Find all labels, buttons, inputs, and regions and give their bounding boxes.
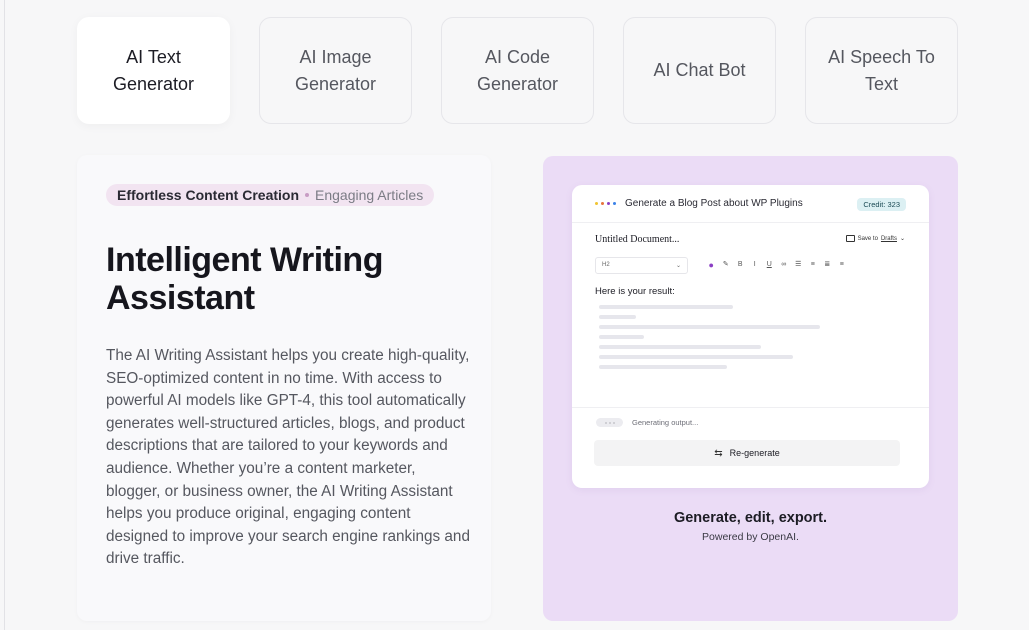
bold-icon[interactable]: B [733, 258, 748, 272]
typing-indicator-icon [596, 418, 623, 427]
save-to-drafts-button[interactable]: Save to Drafts ⌄ [845, 235, 905, 242]
text-line-placeholder [599, 355, 793, 359]
feature-headline: Intelligent Writing Assistant [106, 241, 383, 317]
tag-secondary: Engaging Articles [315, 187, 424, 203]
chevron-down-icon: ⌄ [675, 262, 681, 269]
tab-label: AI Image Generator [294, 46, 377, 94]
text-color-icon[interactable]: ● [704, 258, 719, 272]
regenerate-button[interactable]: ⇆ Re-generate [594, 440, 900, 466]
separator-dot [305, 193, 310, 197]
preview-caption: Generate, edit, export. [673, 510, 828, 526]
text-line-placeholder [599, 315, 636, 319]
tab-label: AI Code Generator [476, 46, 559, 94]
text-line-placeholder [599, 325, 820, 329]
generating-label: Generating output... [632, 418, 699, 427]
colored-dots-icon [595, 202, 616, 205]
tab-ai-chat-bot[interactable]: AI Chat Bot [623, 17, 776, 124]
text-line-placeholder [599, 365, 727, 369]
heading-select-value: H2 [602, 262, 610, 268]
document-title: Untitled Document... [595, 233, 680, 245]
save-label: Save to [857, 235, 878, 242]
folder-icon [845, 235, 855, 242]
tab-label: AI Text Generator [112, 46, 195, 94]
generating-status: Generating output... [572, 407, 929, 437]
align-center-icon[interactable]: ≣ [820, 258, 835, 272]
align-right-icon[interactable]: ≡ [835, 258, 850, 272]
text-line-placeholder [599, 305, 733, 309]
heading-select[interactable]: H2 ⌄ [595, 256, 688, 274]
feature-description: The AI Writing Assistant helps you creat… [106, 347, 470, 568]
feature-tag-pill: Effortless Content Creation Engaging Art… [106, 184, 435, 206]
writing-assistant-preview: Generate a Blog Post about WP Plugins Cr… [543, 156, 958, 621]
mockup-header: Generate a Blog Post about WP Plugins Cr… [572, 185, 929, 223]
editor-mockup: Generate a Blog Post about WP Plugins Cr… [572, 185, 929, 488]
preview-subcaption: Powered by OpenAI. [702, 531, 799, 543]
align-left-icon[interactable]: ≡ [806, 258, 821, 272]
tab-label: AI Speech To Text [828, 46, 935, 94]
italic-icon[interactable]: I [748, 258, 763, 272]
placeholder-lines [572, 305, 929, 369]
swap-arrows-icon: ⇆ [714, 447, 723, 459]
tab-ai-text-generator[interactable]: AI Text Generator [77, 17, 230, 124]
tab-ai-speech-to-text[interactable]: AI Speech To Text [805, 17, 958, 124]
tab-ai-image-generator[interactable]: AI Image Generator [259, 17, 412, 124]
list-icon[interactable]: ☰ [791, 258, 806, 272]
text-line-placeholder [599, 335, 644, 339]
prompt-title: Generate a Blog Post about WP Plugins [625, 198, 803, 209]
credit-badge: Credit: 323 [857, 198, 906, 211]
pen-icon[interactable]: ✎ [719, 258, 734, 272]
drafts-link[interactable]: Drafts [881, 236, 897, 242]
format-buttons: ● ✎ B I U ∞ ☰ ≡ ≣ ≡ [704, 258, 849, 272]
generator-tabs: AI Text Generator AI Image Generator AI … [77, 17, 958, 124]
tab-ai-code-generator[interactable]: AI Code Generator [441, 17, 594, 124]
chevron-down-icon: ⌄ [899, 236, 905, 242]
page-border [4, 0, 5, 630]
text-line-placeholder [599, 345, 761, 349]
tag-primary: Effortless Content Creation [117, 187, 300, 203]
result-label: Here is your result: [595, 286, 675, 297]
tab-label: AI Chat Bot [653, 60, 746, 80]
link-icon[interactable]: ∞ [777, 258, 792, 272]
feature-info-card: Effortless Content Creation Engaging Art… [77, 155, 491, 621]
regenerate-label: Re-generate [729, 448, 780, 458]
underline-icon[interactable]: U [762, 258, 777, 272]
document-row: Untitled Document... Save to Drafts ⌄ [572, 223, 929, 255]
editor-toolbar: H2 ⌄ ● ✎ B I U ∞ ☰ ≡ ≣ ≡ [572, 255, 929, 275]
